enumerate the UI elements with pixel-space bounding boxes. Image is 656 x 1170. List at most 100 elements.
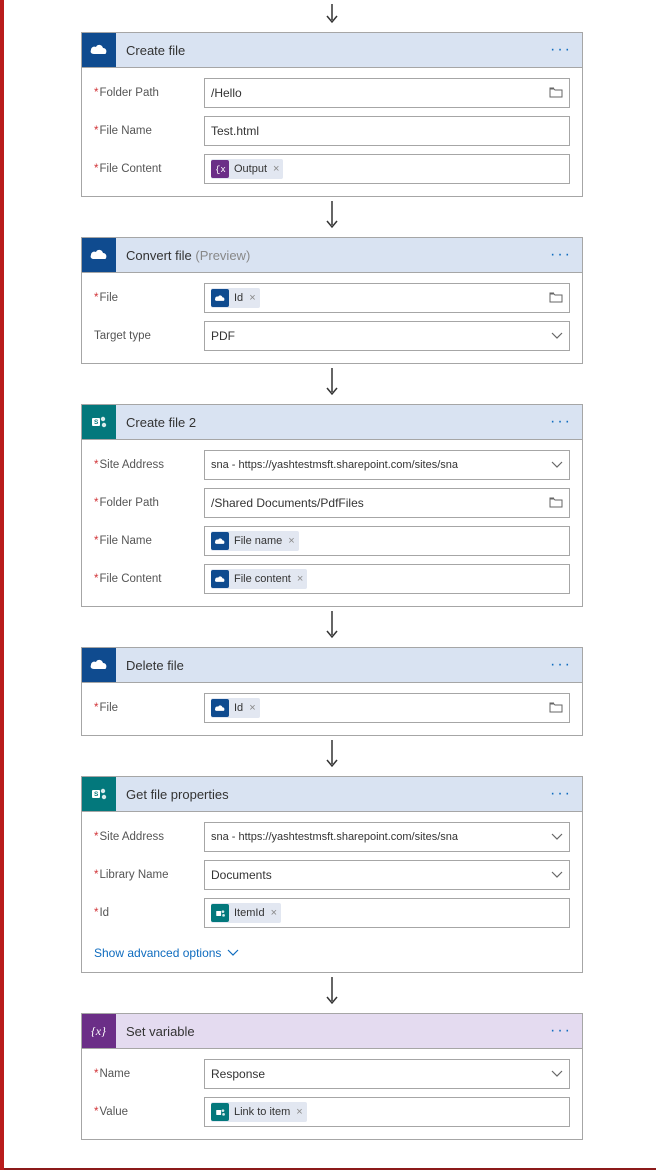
token-remove[interactable]: ×: [297, 573, 303, 585]
action-set-variable: {x} Set variable ··· *Name Response *Va: [81, 1013, 583, 1140]
card-header[interactable]: S Get file properties ···: [82, 777, 582, 812]
card-menu[interactable]: ···: [540, 246, 582, 264]
token-id[interactable]: Id ×: [211, 288, 260, 308]
token-remove[interactable]: ×: [249, 292, 255, 304]
card-menu[interactable]: ···: [540, 656, 582, 674]
action-delete-file: Delete file ··· *File Id ×: [81, 647, 583, 736]
field-label: Target type: [94, 330, 204, 342]
field-label: *Library Name: [94, 869, 204, 881]
token-remove[interactable]: ×: [296, 1106, 302, 1118]
token-linktoitem[interactable]: Link to item ×: [211, 1102, 307, 1122]
onedrive-icon: [82, 648, 116, 682]
site-address-select[interactable]: sna - https://yashtestmsft.sharepoint.co…: [204, 822, 570, 852]
token-remove[interactable]: ×: [271, 907, 277, 919]
card-title: Get file properties: [116, 787, 229, 802]
card-menu[interactable]: ···: [540, 413, 582, 431]
field-label: *Id: [94, 907, 204, 919]
show-advanced-options[interactable]: Show advanced options: [82, 940, 582, 972]
action-create-file-2: S Create file 2 ··· *Site Address sna - …: [81, 404, 583, 607]
card-menu[interactable]: ···: [540, 1022, 582, 1040]
svg-text:{x}: {x}: [215, 165, 226, 175]
card-header[interactable]: Convert file (Preview) ···: [82, 238, 582, 273]
onedrive-icon: [211, 532, 229, 550]
sharepoint-icon: S: [82, 405, 116, 439]
card-title: Set variable: [116, 1024, 195, 1039]
card-title: Create file 2: [116, 415, 196, 430]
token-itemid[interactable]: ItemId ×: [211, 903, 281, 923]
name-select[interactable]: Response: [204, 1059, 570, 1089]
target-type-select[interactable]: PDF: [204, 321, 570, 351]
token-remove[interactable]: ×: [273, 163, 279, 175]
field-label: *Folder Path: [94, 497, 204, 509]
file-input[interactable]: Id ×: [204, 283, 570, 313]
onedrive-icon: [211, 699, 229, 717]
file-name-input[interactable]: File name ×: [204, 526, 570, 556]
token-filecontent[interactable]: File content ×: [211, 569, 307, 589]
token-remove[interactable]: ×: [249, 702, 255, 714]
file-content-input[interactable]: File content ×: [204, 564, 570, 594]
field-label: *Site Address: [94, 459, 204, 471]
svg-text:S: S: [94, 791, 99, 798]
onedrive-icon: [82, 33, 116, 67]
flow-arrow: [4, 197, 656, 237]
card-menu[interactable]: ···: [540, 41, 582, 59]
sharepoint-icon: S: [82, 777, 116, 811]
action-convert-file: Convert file (Preview) ··· *File Id ×: [81, 237, 583, 364]
file-content-input[interactable]: {x} Output ×: [204, 154, 570, 184]
field-label: *File Name: [94, 535, 204, 547]
chevron-down-icon: [551, 329, 563, 343]
flow-arrow: [4, 973, 656, 1013]
token-id[interactable]: Id ×: [211, 698, 260, 718]
folder-icon[interactable]: [549, 86, 563, 101]
chevron-down-icon: [551, 830, 563, 844]
card-header[interactable]: S Create file 2 ···: [82, 405, 582, 440]
sharepoint-icon: [211, 1103, 229, 1121]
card-menu[interactable]: ···: [540, 785, 582, 803]
card-title: Convert file (Preview): [116, 248, 250, 263]
flow-arrow: [4, 736, 656, 776]
onedrive-icon: [211, 570, 229, 588]
card-header[interactable]: Delete file ···: [82, 648, 582, 683]
token-remove[interactable]: ×: [288, 535, 294, 547]
flow-arrow: [4, 0, 656, 32]
folder-icon[interactable]: [549, 291, 563, 306]
file-name-input[interactable]: Test.html: [204, 116, 570, 146]
folder-path-input[interactable]: /Shared Documents/PdfFiles: [204, 488, 570, 518]
action-create-file: Create file ··· *Folder Path /Hello *Fil…: [81, 32, 583, 197]
card-header[interactable]: Create file ···: [82, 33, 582, 68]
chevron-down-icon: [551, 458, 563, 472]
site-address-select[interactable]: sna - https://yashtestmsft.sharepoint.co…: [204, 450, 570, 480]
card-title: Create file: [116, 43, 185, 58]
value-input[interactable]: Link to item ×: [204, 1097, 570, 1127]
card-title: Delete file: [116, 658, 184, 673]
action-get-file-properties: S Get file properties ··· *Site Address …: [81, 776, 583, 973]
file-input[interactable]: Id ×: [204, 693, 570, 723]
field-label: *Folder Path: [94, 87, 204, 99]
token-filename[interactable]: File name ×: [211, 531, 299, 551]
folder-icon[interactable]: [549, 496, 563, 511]
field-label: *Value: [94, 1106, 204, 1118]
field-label: *File Content: [94, 163, 204, 175]
svg-text:S: S: [94, 419, 99, 426]
token-output[interactable]: {x} Output ×: [211, 159, 283, 179]
field-label: *File: [94, 702, 204, 714]
folder-path-input[interactable]: /Hello: [204, 78, 570, 108]
field-label: *File: [94, 292, 204, 304]
field-label: *Name: [94, 1068, 204, 1080]
folder-icon[interactable]: [549, 701, 563, 716]
chevron-down-icon: [551, 1067, 563, 1081]
chevron-down-icon: [551, 868, 563, 882]
field-label: *Site Address: [94, 831, 204, 843]
field-label: *File Name: [94, 125, 204, 137]
field-label: *File Content: [94, 573, 204, 585]
card-header[interactable]: {x} Set variable ···: [82, 1014, 582, 1049]
variable-icon: {x}: [82, 1014, 116, 1048]
svg-text:{x}: {x}: [91, 1024, 106, 1038]
id-input[interactable]: ItemId ×: [204, 898, 570, 928]
library-name-select[interactable]: Documents: [204, 860, 570, 890]
flow-arrow: [4, 607, 656, 647]
sharepoint-icon: [211, 904, 229, 922]
fx-icon: {x}: [211, 160, 229, 178]
onedrive-icon: [82, 238, 116, 272]
flow-arrow: [4, 364, 656, 404]
